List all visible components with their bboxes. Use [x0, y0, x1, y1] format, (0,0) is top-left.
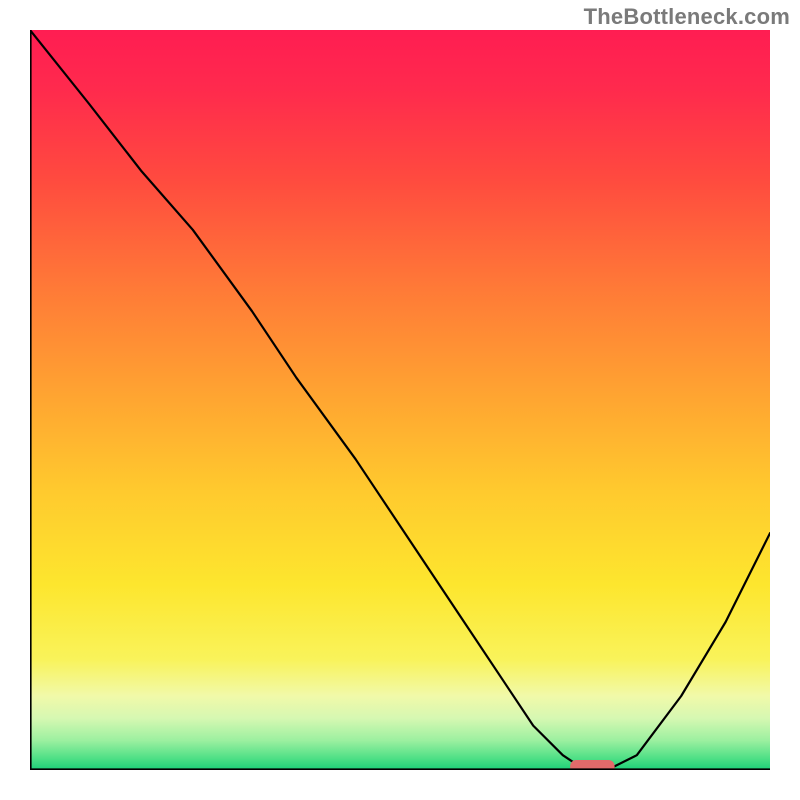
chart-svg: [30, 30, 770, 770]
plot-area: [30, 30, 770, 770]
chart-container: TheBottleneck.com: [0, 0, 800, 800]
gradient-background: [30, 30, 770, 770]
watermark-text: TheBottleneck.com: [584, 4, 790, 30]
